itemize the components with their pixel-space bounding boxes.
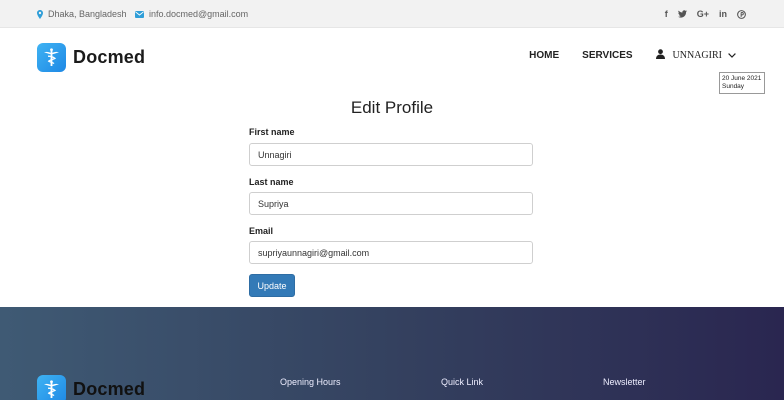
email-text[interactable]: info.docmed@gmail.com (149, 9, 248, 19)
site-logo[interactable]: Docmed (37, 43, 145, 72)
footer-heading-opening-hours: Opening Hours (280, 377, 341, 387)
last-name-label: Last name (249, 177, 294, 187)
email-info: info.docmed@gmail.com (135, 0, 248, 28)
linkedin-icon[interactable]: in (719, 9, 727, 19)
footer-logo[interactable]: Docmed (37, 375, 145, 400)
footer-heading-newsletter: Newsletter (603, 377, 646, 387)
footer-logo-text: Docmed (73, 379, 146, 399)
site-footer: Docmed Opening Hours Quick Link Newslett… (0, 307, 784, 400)
date-text: 20 June 2021 (722, 75, 762, 82)
pinterest-icon[interactable] (737, 9, 746, 19)
location-text: Dhaka, Bangladesh (48, 9, 127, 19)
site-header: Docmed HOME SERVICES UNNAGIRI (0, 28, 784, 88)
envelope-icon (135, 10, 144, 18)
map-pin-icon (37, 9, 43, 19)
caduceus-icon (37, 43, 66, 72)
social-links: f G+ in (665, 0, 746, 28)
first-name-input[interactable] (249, 143, 533, 166)
update-button[interactable]: Update (249, 274, 295, 297)
chevron-down-icon (728, 52, 736, 58)
day-text: Sunday (722, 83, 745, 90)
email-input[interactable] (249, 241, 533, 264)
caduceus-icon (37, 375, 66, 400)
user-icon (655, 46, 665, 64)
nav-services[interactable]: SERVICES (582, 50, 632, 61)
nav-home[interactable]: HOME (529, 50, 559, 61)
footer-heading-quick-link: Quick Link (441, 377, 484, 387)
main-nav: HOME SERVICES UNNAGIRI (506, 28, 736, 82)
location-info: Dhaka, Bangladesh (37, 0, 127, 28)
top-bar: Dhaka, Bangladesh info.docmed@gmail.com … (0, 0, 784, 28)
date-tooltip: 20 June 2021 Sunday (719, 72, 765, 94)
user-name: UNNAGIRI (672, 49, 722, 61)
first-name-label: First name (249, 127, 295, 137)
google-plus-icon[interactable]: G+ (697, 9, 709, 19)
logo-text: Docmed (73, 47, 146, 67)
user-menu[interactable]: UNNAGIRI (655, 46, 736, 64)
email-label: Email (249, 226, 274, 236)
twitter-icon[interactable] (677, 10, 687, 18)
facebook-icon[interactable]: f (665, 9, 668, 19)
page-title: Edit Profile (350, 98, 434, 117)
last-name-input[interactable] (249, 192, 533, 215)
